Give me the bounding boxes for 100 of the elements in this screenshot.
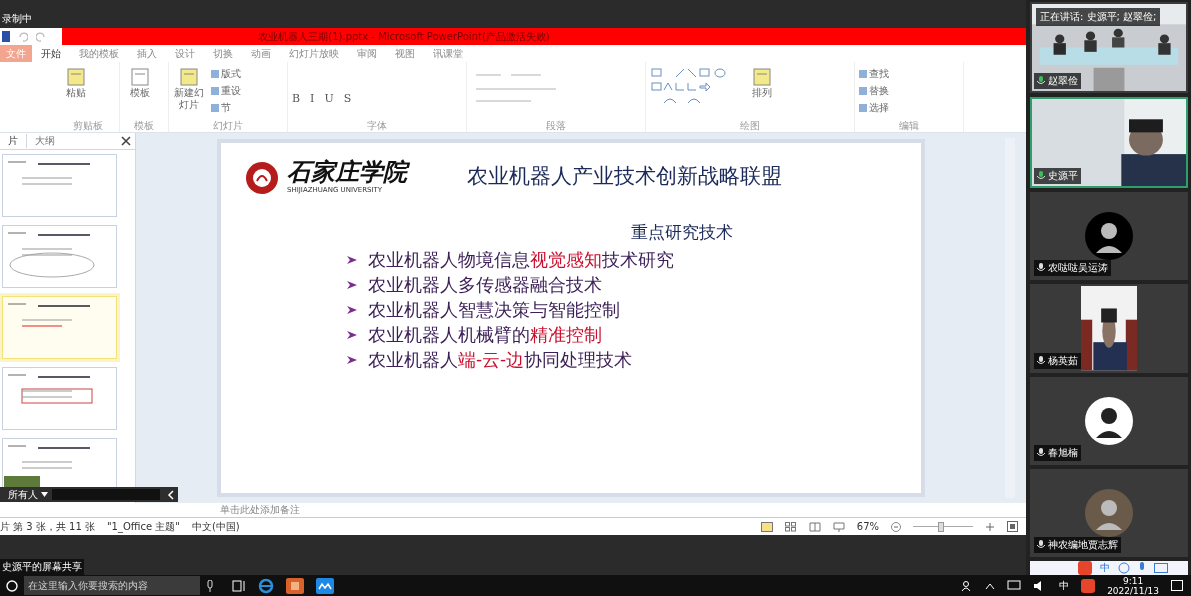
document-icon [752,67,772,87]
emoji-icon[interactable] [1118,562,1130,574]
group-label: 段落 [545,119,567,132]
slide-thumbnail[interactable] [2,154,117,217]
participant-tile[interactable]: 杨英茹 [1030,284,1188,373]
participant-name: 神农编地贾志辉 [1034,537,1121,553]
screen-share-label: 史源平的屏幕共享 [0,559,84,575]
participant-name: 赵翠俭 [1034,73,1081,89]
search-field[interactable]: 在这里输入你要搜索的内容 [24,576,200,595]
ribbon-tab[interactable]: 插入 [128,44,166,63]
ribbon-button[interactable]: 版式 [211,67,241,81]
microphone-icon[interactable] [206,579,214,592]
pane-tab[interactable]: 大纲 [27,134,63,148]
notes-placeholder[interactable]: 单击此处添加备注 [220,504,300,516]
reading-view-icon[interactable] [808,521,821,532]
speaking-indicator: 正在讲话: 史源平; 赵翠俭; [1036,8,1161,26]
ime-mode[interactable]: 中 [1100,561,1110,575]
arrow-bullet-icon [346,278,358,291]
arrow-bullet-icon [346,353,358,366]
bullet-text: 农业机器人物境信息视觉感知技术研究 [368,248,674,271]
ribbon-button[interactable]: 排列 [746,67,778,99]
group-label: 剪贴板 [71,119,104,132]
ribbon-button[interactable]: 节 [211,101,241,115]
ime-toolbar[interactable]: 中 [1030,561,1188,575]
zoom-out-icon[interactable] [891,521,901,532]
search-icon[interactable] [6,579,18,592]
avatar-icon [1084,395,1134,446]
ribbon-tab[interactable]: 讯课堂 [424,44,472,63]
ribbon-button[interactable]: 查找 [859,67,889,81]
status-text: 片 第 3 张，共 11 张 [0,519,95,534]
ribbon-tab[interactable]: 视图 [386,44,424,63]
status-text: "1_Office 主题" [107,519,180,534]
keyboard-icon[interactable] [1154,563,1168,573]
zoom-in-icon[interactable] [985,521,995,532]
participant-name: 农哒哒吴运涛 [1034,260,1111,277]
slide-thumbnail[interactable] [2,367,117,430]
close-icon[interactable] [121,136,131,146]
chat-input[interactable] [52,489,160,500]
ribbon-tab[interactable]: 切换 [204,44,242,63]
participant-tile[interactable]: 正在讲话: 史源平; 赵翠俭; 赵翠俭 [1030,2,1188,93]
ribbon-button[interactable]: 模板 [124,67,156,99]
presentation-app-icon[interactable] [286,577,304,594]
microphone-icon [1037,540,1045,550]
slide-sorter-icon[interactable] [784,521,797,532]
ribbon-tab[interactable]: 设计 [166,44,204,63]
task-view-icon[interactable] [232,579,246,592]
slide-thumbnail[interactable] [2,296,117,359]
format-button[interactable]: I [310,92,315,105]
participant-name: 杨英茹 [1034,352,1081,369]
caret-icon[interactable] [985,581,996,590]
ribbon-tab[interactable]: 动画 [242,44,280,63]
group-label: 绘图 [739,119,761,132]
meeting-app-icon[interactable] [316,577,334,594]
clock-date[interactable]: 2022/11/13 [1107,585,1159,596]
browser-icon[interactable] [258,577,274,594]
clock-time[interactable]: 9:11 [1122,575,1144,586]
document-icon [130,67,150,87]
bullet-text: 农业机器人端-云-边协同处理技术 [368,348,633,371]
participant-tile[interactable]: 农哒哒吴运涛 [1030,192,1188,281]
zoom-level: 67% [856,521,879,532]
ribbon-button[interactable]: 新建幻灯片 [173,67,205,111]
document-icon [66,67,86,87]
caret-icon [41,492,48,497]
avatar-icon [1084,211,1134,262]
slide-title: 农业机器人产业技术创新战略联盟 [467,163,782,190]
bullet-text: 农业机器人智慧决策与智能控制 [368,298,620,321]
microphone-icon [1037,171,1045,181]
input-mode[interactable]: 中 [1059,578,1070,593]
participant-name: 春旭楠 [1034,444,1081,461]
ribbon-tab[interactable]: 幻灯片放映 [280,44,348,63]
ribbon-tab[interactable]: 审阅 [348,44,386,63]
ribbon-button[interactable]: 粘贴 [60,67,92,99]
sogou-icon[interactable] [1081,578,1096,593]
format-button[interactable]: U [324,92,334,105]
notification-icon[interactable] [1171,579,1183,592]
recipient-dropdown[interactable]: 所有人 [0,487,48,502]
normal-view-icon[interactable] [760,521,773,532]
recording-label: 录制中 [1,12,32,26]
ribbon-button[interactable]: 选择 [859,101,889,115]
microphone-icon [1037,263,1045,274]
participant-tile[interactable]: 神农编地贾志辉 [1030,468,1188,557]
participant-tile[interactable]: 史源平 [1030,97,1188,188]
ribbon-tab[interactable]: 开始 [32,44,70,63]
format-button[interactable]: B [292,92,301,105]
slide-thumbnail[interactable] [2,225,117,288]
microphone-icon [1037,76,1045,86]
group-label: 幻灯片 [212,119,244,132]
group-label: 字体 [366,119,388,132]
status-text: 中文(中国) [191,519,240,534]
ribbon-tab[interactable]: 我的模板 [70,44,128,63]
fit-window-icon[interactable] [1007,521,1018,532]
slider-thumb[interactable] [938,521,945,532]
arrow-bullet-icon [346,328,358,341]
format-button[interactable]: S [343,92,352,105]
ribbon-button[interactable]: 重设 [211,84,241,98]
chat-bar[interactable]: 所有人 [0,487,178,502]
slide-subtitle: 重点研究技术 [631,221,734,244]
participant-tile[interactable]: 春旭楠 [1030,376,1188,465]
ribbon-button[interactable]: 替换 [859,84,889,98]
slideshow-icon[interactable] [832,521,845,532]
